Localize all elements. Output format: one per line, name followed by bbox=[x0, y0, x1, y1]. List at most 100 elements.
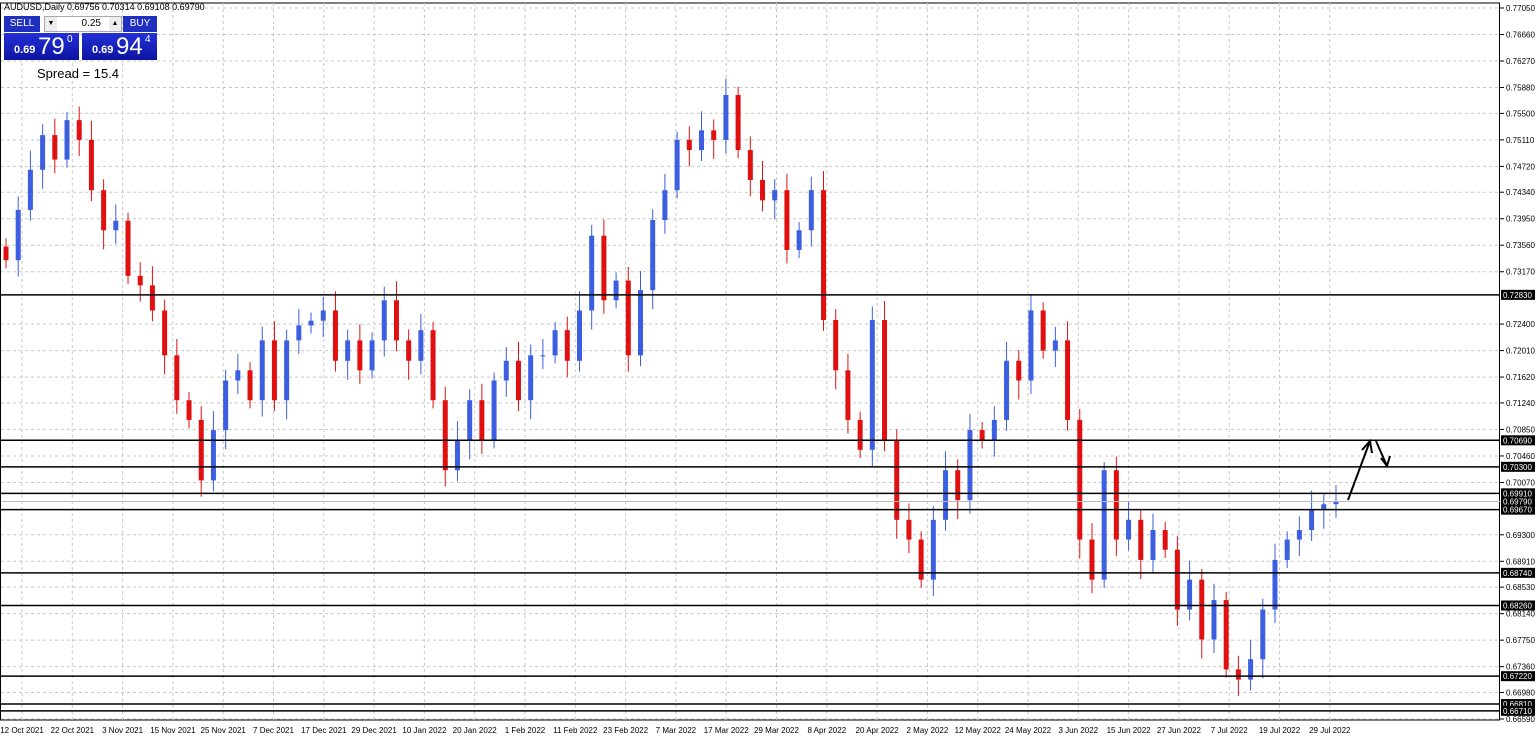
candle-body bbox=[1296, 530, 1302, 540]
level-price-label: 0.68740 bbox=[1503, 569, 1532, 578]
candle-body bbox=[247, 370, 253, 401]
candle-body bbox=[528, 355, 534, 401]
candle-body bbox=[991, 419, 997, 441]
projection-arrow-up bbox=[1347, 440, 1371, 501]
x-tick-label: 8 Apr 2022 bbox=[807, 726, 846, 735]
candle-body bbox=[223, 380, 229, 431]
candle-body bbox=[27, 169, 33, 210]
candle-body bbox=[271, 340, 277, 401]
candle-body bbox=[308, 320, 314, 326]
candle-body bbox=[284, 340, 290, 401]
candle-body bbox=[345, 340, 351, 361]
candle-body bbox=[723, 95, 729, 140]
candle-body bbox=[1028, 310, 1034, 381]
y-tick-label: 0.74720 bbox=[1506, 162, 1535, 171]
candle-body bbox=[1309, 509, 1315, 531]
y-tick-label: 0.76270 bbox=[1506, 57, 1535, 66]
y-tick-label: 0.66980 bbox=[1506, 688, 1535, 697]
candle-body bbox=[369, 340, 375, 371]
y-tick-label: 0.77050 bbox=[1506, 4, 1535, 13]
candle-body bbox=[857, 419, 863, 450]
level-price-label: 0.69670 bbox=[1503, 506, 1532, 515]
x-tick-label: 3 Jun 2022 bbox=[1059, 726, 1099, 735]
sell-price[interactable]: 0.69 79 0 bbox=[4, 33, 79, 60]
candle-body bbox=[357, 340, 363, 371]
y-tick-label: 0.72010 bbox=[1506, 347, 1535, 356]
y-tick-label: 0.67750 bbox=[1506, 636, 1535, 645]
x-tick-label: 24 May 2022 bbox=[1005, 726, 1052, 735]
level-price-label: 0.70300 bbox=[1503, 463, 1532, 472]
candle-body bbox=[833, 319, 839, 371]
sell-price-pips: 79 bbox=[38, 33, 65, 60]
candle-body bbox=[125, 220, 131, 276]
candle-body bbox=[772, 190, 778, 201]
candle-body bbox=[393, 300, 399, 341]
spread-label: Spread = 15.4 bbox=[37, 66, 120, 81]
candle-body bbox=[760, 179, 766, 201]
lot-size-input[interactable]: ▼ 0.25 ▲ bbox=[44, 16, 122, 32]
candle-body bbox=[821, 190, 827, 320]
y-tick-label: 0.75880 bbox=[1506, 84, 1535, 93]
candle-body bbox=[332, 310, 338, 361]
x-tick-label: 29 Dec 2021 bbox=[351, 726, 397, 735]
candle-body bbox=[662, 190, 668, 221]
candle-body bbox=[796, 230, 802, 250]
candle-body bbox=[259, 340, 265, 401]
candle-body bbox=[906, 519, 912, 540]
candle-body bbox=[1223, 600, 1229, 670]
x-tick-label: 1 Feb 2022 bbox=[505, 726, 546, 735]
candle-body bbox=[1052, 340, 1058, 351]
y-tick-label: 0.70460 bbox=[1506, 452, 1535, 461]
candle-body bbox=[747, 150, 753, 180]
candle-body bbox=[149, 285, 155, 311]
candle-body bbox=[869, 319, 875, 450]
y-tick-label: 0.73950 bbox=[1506, 215, 1535, 224]
y-tick-label: 0.66590 bbox=[1506, 715, 1535, 724]
candle-body bbox=[1138, 519, 1144, 560]
candle-body bbox=[40, 135, 46, 170]
candle-body bbox=[918, 539, 924, 580]
buy-button[interactable]: BUY bbox=[123, 16, 157, 32]
candle-body bbox=[1126, 519, 1132, 540]
sell-price-prefix: 0.69 bbox=[14, 44, 36, 56]
candle-body bbox=[76, 120, 82, 140]
candle-body bbox=[1162, 530, 1168, 550]
candle-body bbox=[174, 355, 180, 401]
sell-button[interactable]: SELL bbox=[4, 16, 40, 32]
candle-body bbox=[320, 310, 326, 321]
x-tick-label: 7 Dec 2021 bbox=[253, 726, 294, 735]
x-tick-label: 27 Jun 2022 bbox=[1157, 726, 1202, 735]
candle-body bbox=[88, 139, 94, 191]
candle-body bbox=[1065, 340, 1071, 420]
price-chart[interactable]: 0.77050 0.76660 0.76270 0.75880 0.75500 0.751… bbox=[0, 0, 1536, 739]
x-tick-label: 7 Jul 2022 bbox=[1211, 726, 1248, 735]
candle-body bbox=[454, 440, 460, 471]
x-tick-label: 20 Jan 2022 bbox=[453, 726, 498, 735]
buy-price-fraction: 4 bbox=[145, 34, 151, 45]
candle-body bbox=[186, 400, 192, 420]
candle-body bbox=[930, 519, 936, 580]
candle-body bbox=[1235, 669, 1241, 680]
candle-body bbox=[113, 220, 119, 231]
candle-body bbox=[1077, 419, 1083, 540]
lot-decrease-button[interactable]: ▼ bbox=[45, 17, 57, 31]
candle-body bbox=[686, 139, 692, 151]
lot-increase-button[interactable]: ▲ bbox=[109, 17, 121, 31]
candle-body bbox=[979, 430, 985, 441]
x-tick-label: 25 Nov 2021 bbox=[201, 726, 247, 735]
x-tick-label: 22 Oct 2021 bbox=[51, 726, 95, 735]
candle-body bbox=[162, 310, 168, 356]
candle-body bbox=[650, 220, 656, 291]
candle-body bbox=[674, 139, 680, 191]
buy-price[interactable]: 0.69 94 4 bbox=[82, 33, 157, 60]
level-price-label: 0.67220 bbox=[1503, 672, 1532, 681]
candle-body bbox=[1284, 539, 1290, 560]
candle-body bbox=[442, 400, 448, 471]
y-tick-label: 0.71240 bbox=[1506, 399, 1535, 408]
candle-body bbox=[589, 235, 595, 311]
x-tick-label: 17 Mar 2022 bbox=[704, 726, 749, 735]
candle-body bbox=[564, 330, 570, 361]
candle-body bbox=[64, 120, 70, 160]
y-tick-label: 0.75110 bbox=[1506, 136, 1535, 145]
candle-body bbox=[101, 190, 107, 231]
